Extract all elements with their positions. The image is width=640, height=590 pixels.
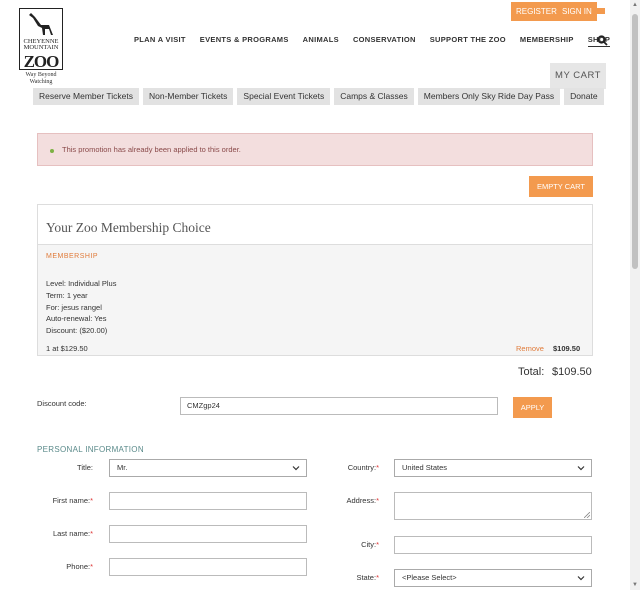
nav-events-programs[interactable]: EVENTS & PROGRAMS (200, 35, 289, 47)
detail-discount: Discount: ($20.00) (46, 326, 108, 336)
address-textarea[interactable] (394, 492, 592, 520)
last-name-input[interactable] (109, 525, 307, 543)
phone-label: Phone:* (66, 562, 93, 571)
my-cart-tab[interactable]: MY CART (550, 63, 606, 89)
bullet-icon (50, 149, 54, 153)
city-label: City:* (361, 540, 379, 549)
state-select[interactable]: <Please Select> (394, 569, 592, 587)
panel-title: Your Zoo Membership Choice (46, 220, 211, 235)
register-button[interactable]: REGISTER (511, 2, 562, 21)
scrollbar-thumb[interactable] (632, 14, 638, 269)
giraffe-icon (29, 13, 53, 35)
nav-support[interactable]: SUPPORT THE ZOO (430, 35, 506, 47)
zoo-logo[interactable]: CHEYENNE MOUNTAIN ZOO Way Beyond Watchin… (18, 8, 64, 86)
page-scrollbar[interactable]: ▲ ▼ (630, 0, 640, 590)
membership-panel: Your Zoo Membership Choice MEMBERSHIP Le… (37, 204, 593, 356)
quantity-text: 1 at $129.50 (46, 344, 88, 353)
nav-animals[interactable]: ANIMALS (303, 35, 339, 47)
promo-alert: This promotion has already been applied … (37, 133, 593, 166)
discount-code-input[interactable]: CMZgp24 (180, 397, 498, 415)
total-label: Total: (518, 366, 545, 378)
detail-autorenew: Auto-renewal: Yes (46, 314, 107, 324)
tab-donate[interactable]: Donate (564, 88, 604, 105)
tab-camps-classes[interactable]: Camps & Classes (334, 88, 414, 105)
resize-grip-icon[interactable] (584, 512, 590, 518)
nav-plan-a-visit[interactable]: PLAN A VISIT (134, 35, 186, 47)
city-input[interactable] (394, 536, 592, 554)
flag-icon[interactable] (595, 8, 605, 14)
title-select[interactable]: Mr. (109, 459, 307, 477)
title-label: Title: (77, 463, 93, 472)
empty-cart-button[interactable]: EMPTY CART (529, 176, 593, 197)
phone-input[interactable] (109, 558, 307, 576)
scroll-down-icon[interactable]: ▼ (630, 580, 640, 590)
signin-button[interactable]: SIGN IN (557, 2, 597, 21)
detail-level: Level: Individual Plus (46, 279, 117, 288)
country-label: Country:* (347, 463, 379, 472)
chevron-down-icon (577, 466, 585, 471)
tab-reserve-member[interactable]: Reserve Member Tickets (33, 88, 139, 105)
logo-zoo: ZOO (23, 52, 60, 71)
scroll-up-icon[interactable]: ▲ (630, 0, 640, 10)
remove-link[interactable]: Remove (516, 344, 544, 353)
chevron-down-icon (577, 576, 585, 581)
membership-details: Level: Individual Plus Term: 1 year For:… (46, 278, 116, 337)
first-name-label: First name:* (52, 496, 93, 505)
logo-city: CHEYENNE MOUNTAIN (23, 38, 59, 51)
last-name-label: Last name:* (52, 529, 93, 538)
search-icon[interactable] (597, 35, 608, 46)
country-select[interactable]: United States (394, 459, 592, 477)
tab-sky-ride[interactable]: Members Only Sky Ride Day Pass (417, 88, 561, 105)
chevron-down-icon (292, 466, 300, 471)
apply-button[interactable]: APPLY (513, 397, 552, 418)
logo-mark: CHEYENNE MOUNTAIN ZOO (19, 8, 63, 71)
membership-label: MEMBERSHIP (46, 253, 99, 260)
total-value: $109.50 (552, 366, 592, 378)
main-nav: PLAN A VISIT EVENTS & PROGRAMS ANIMALS C… (134, 35, 624, 47)
line-price: $109.50 (553, 344, 581, 353)
alert-message: This promotion has already been applied … (62, 145, 241, 154)
logo-tagline: Way Beyond Watching (25, 72, 57, 85)
detail-for: For: jesus rangel (46, 302, 102, 312)
tab-non-member[interactable]: Non-Member Tickets (143, 88, 234, 105)
detail-term: Term: 1 year (46, 290, 88, 300)
section-personal-info: PERSONAL INFORMATION (37, 445, 144, 454)
nav-membership[interactable]: MEMBERSHIP (520, 35, 574, 47)
first-name-input[interactable] (109, 492, 307, 510)
address-label: Address:* (346, 496, 379, 505)
discount-label: Discount code: (37, 399, 87, 408)
tab-special-event[interactable]: Special Event Tickets (237, 88, 331, 105)
ticket-tabs: Reserve Member Tickets Non-Member Ticket… (33, 88, 608, 105)
nav-conservation[interactable]: CONSERVATION (353, 35, 416, 47)
state-label: State:* (356, 573, 379, 582)
